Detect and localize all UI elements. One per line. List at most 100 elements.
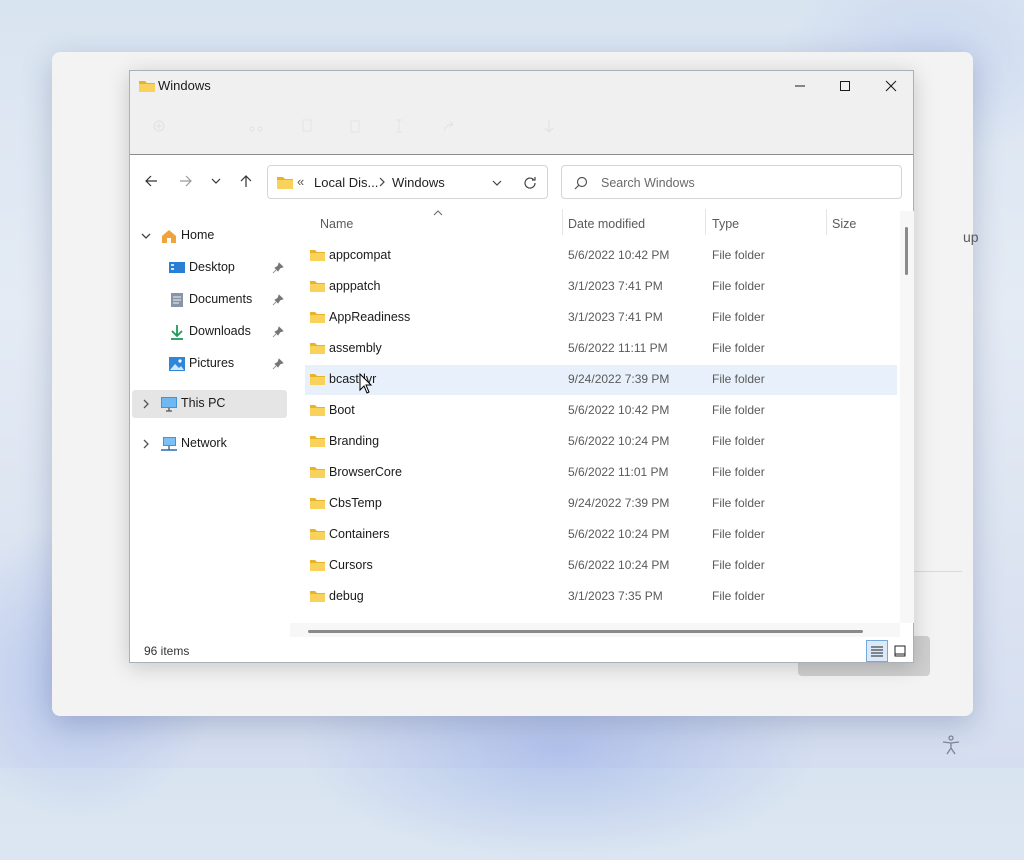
pin-icon[interactable] xyxy=(272,262,284,274)
column-divider[interactable] xyxy=(705,209,706,235)
pin-icon[interactable] xyxy=(272,358,284,370)
file-name: Branding xyxy=(329,434,380,448)
file-date-modified: 3/1/2023 7:41 PM xyxy=(568,279,663,293)
sidebar-item-downloads[interactable]: Downloads xyxy=(132,318,287,346)
file-row[interactable]: appcompat 5/6/2022 10:42 PM File folder xyxy=(305,241,897,271)
background-divider xyxy=(912,571,962,572)
file-type: File folder xyxy=(712,310,765,324)
breadcrumb-overflow[interactable]: « xyxy=(297,174,304,189)
vertical-scrollbar[interactable] xyxy=(900,211,914,623)
search-box[interactable]: Search Windows xyxy=(561,165,902,199)
file-name: Cursors xyxy=(329,558,373,572)
scrollbar-thumb[interactable] xyxy=(308,630,863,633)
sidebar-item-pictures[interactable]: Pictures xyxy=(132,350,287,378)
file-row[interactable]: BrowserCore 5/6/2022 11:01 PM File folder xyxy=(305,458,897,488)
sidebar-item-this-pc[interactable]: This PC xyxy=(132,390,287,418)
details-view-icon xyxy=(871,646,883,657)
pin-icon[interactable] xyxy=(272,294,284,306)
paste-icon xyxy=(350,120,360,133)
file-row[interactable]: Branding 5/6/2022 10:24 PM File folder xyxy=(305,427,897,457)
horizontal-scrollbar[interactable] xyxy=(290,623,900,637)
column-header-name[interactable]: Name xyxy=(320,217,353,231)
sidebar-item-network[interactable]: Network xyxy=(132,430,287,458)
file-row[interactable]: bcastdvr 9/24/2022 7:39 PM File folder xyxy=(305,365,897,395)
file-name: apppatch xyxy=(329,279,381,293)
window-title: Windows xyxy=(158,78,211,93)
file-type: File folder xyxy=(712,465,765,479)
folder-icon xyxy=(310,467,325,478)
tiles-view-button[interactable] xyxy=(889,640,911,662)
file-type: File folder xyxy=(712,248,765,262)
back-arrow-icon xyxy=(145,175,157,187)
sort-icon xyxy=(544,120,554,133)
accessibility-icon[interactable] xyxy=(940,734,962,756)
file-type: File folder xyxy=(712,279,765,293)
file-row[interactable]: Boot 5/6/2022 10:42 PM File folder xyxy=(305,396,897,426)
minimize-button[interactable] xyxy=(777,71,823,101)
details-view-button[interactable] xyxy=(866,640,888,662)
file-row[interactable]: Containers 5/6/2022 10:24 PM File folder xyxy=(305,520,897,550)
file-row[interactable]: Cursors 5/6/2022 10:24 PM File folder xyxy=(305,551,897,581)
folder-icon xyxy=(310,250,325,261)
recent-locations-button[interactable] xyxy=(204,169,228,193)
folder-icon xyxy=(310,405,325,416)
sidebar-item-label: Documents xyxy=(189,292,253,306)
breadcrumb-windows[interactable]: Windows xyxy=(392,175,445,190)
network-icon xyxy=(161,437,177,451)
folder-icon xyxy=(310,343,325,354)
file-date-modified: 5/6/2022 10:24 PM xyxy=(568,434,670,448)
file-date-modified: 5/6/2022 10:42 PM xyxy=(568,403,670,417)
file-date-modified: 3/1/2023 7:41 PM xyxy=(568,310,663,324)
scrollbar-thumb[interactable] xyxy=(905,227,908,275)
column-divider[interactable] xyxy=(562,209,563,235)
column-header-type[interactable]: Type xyxy=(712,217,739,231)
breadcrumb-local-disk[interactable]: Local Dis... xyxy=(314,175,378,190)
sort-ascending-icon xyxy=(433,210,443,216)
file-date-modified: 5/6/2022 10:42 PM xyxy=(568,248,670,262)
file-name: CbsTemp xyxy=(329,496,382,510)
chevron-right-icon[interactable] xyxy=(140,398,152,410)
address-bar[interactable]: « Local Dis... Windows xyxy=(267,165,548,199)
column-header-size[interactable]: Size xyxy=(832,217,856,231)
column-header-date-modified[interactable]: Date modified xyxy=(568,217,645,231)
up-button[interactable] xyxy=(234,169,258,193)
folder-icon xyxy=(310,312,325,323)
pin-icon[interactable] xyxy=(272,326,284,338)
file-row[interactable]: AppReadiness 3/1/2023 7:41 PM File folder xyxy=(305,303,897,333)
sidebar-item-home[interactable]: Home xyxy=(132,222,287,250)
maximize-button[interactable] xyxy=(822,71,868,101)
documents-icon xyxy=(171,293,183,307)
chevron-right-icon[interactable] xyxy=(140,438,152,450)
this-pc-icon xyxy=(161,397,177,412)
sidebar-item-documents[interactable]: Documents xyxy=(132,286,287,314)
file-type: File folder xyxy=(712,589,765,603)
folder-icon xyxy=(310,436,325,447)
file-type: File folder xyxy=(712,434,765,448)
folder-icon xyxy=(310,560,325,571)
sidebar-item-label: This PC xyxy=(181,396,226,410)
forward-button[interactable] xyxy=(174,169,198,193)
back-button[interactable] xyxy=(139,169,163,193)
sidebar-item-desktop[interactable]: Desktop xyxy=(132,254,287,282)
file-date-modified: 5/6/2022 11:11 PM xyxy=(568,341,668,355)
copy-icon xyxy=(302,119,312,132)
search-placeholder: Search Windows xyxy=(601,176,695,190)
file-row[interactable]: assembly 5/6/2022 11:11 PM File folder xyxy=(305,334,897,364)
navigation-bar: « Local Dis... Windows Search Windows xyxy=(130,155,913,209)
file-row[interactable]: CbsTemp 9/24/2022 7:39 PM File folder xyxy=(305,489,897,519)
address-dropdown-icon[interactable] xyxy=(490,176,504,190)
sidebar-item-label: Desktop xyxy=(189,260,235,274)
column-headers: Name Date modified Type Size xyxy=(290,209,914,239)
chevron-down-icon[interactable] xyxy=(140,230,152,242)
file-row[interactable]: debug 3/1/2023 7:35 PM File folder xyxy=(305,582,897,612)
downloads-icon xyxy=(171,325,183,340)
file-explorer-window: Windows « Local Dis... Windows Search Wi… xyxy=(129,70,914,663)
file-row[interactable]: apppatch 3/1/2023 7:41 PM File folder xyxy=(305,272,897,302)
close-button[interactable] xyxy=(868,71,914,101)
file-name: assembly xyxy=(329,341,382,355)
chevron-down-icon xyxy=(211,178,221,184)
refresh-icon[interactable] xyxy=(522,175,538,191)
search-icon xyxy=(574,176,588,190)
file-name: Containers xyxy=(329,527,390,541)
column-divider[interactable] xyxy=(826,209,827,235)
